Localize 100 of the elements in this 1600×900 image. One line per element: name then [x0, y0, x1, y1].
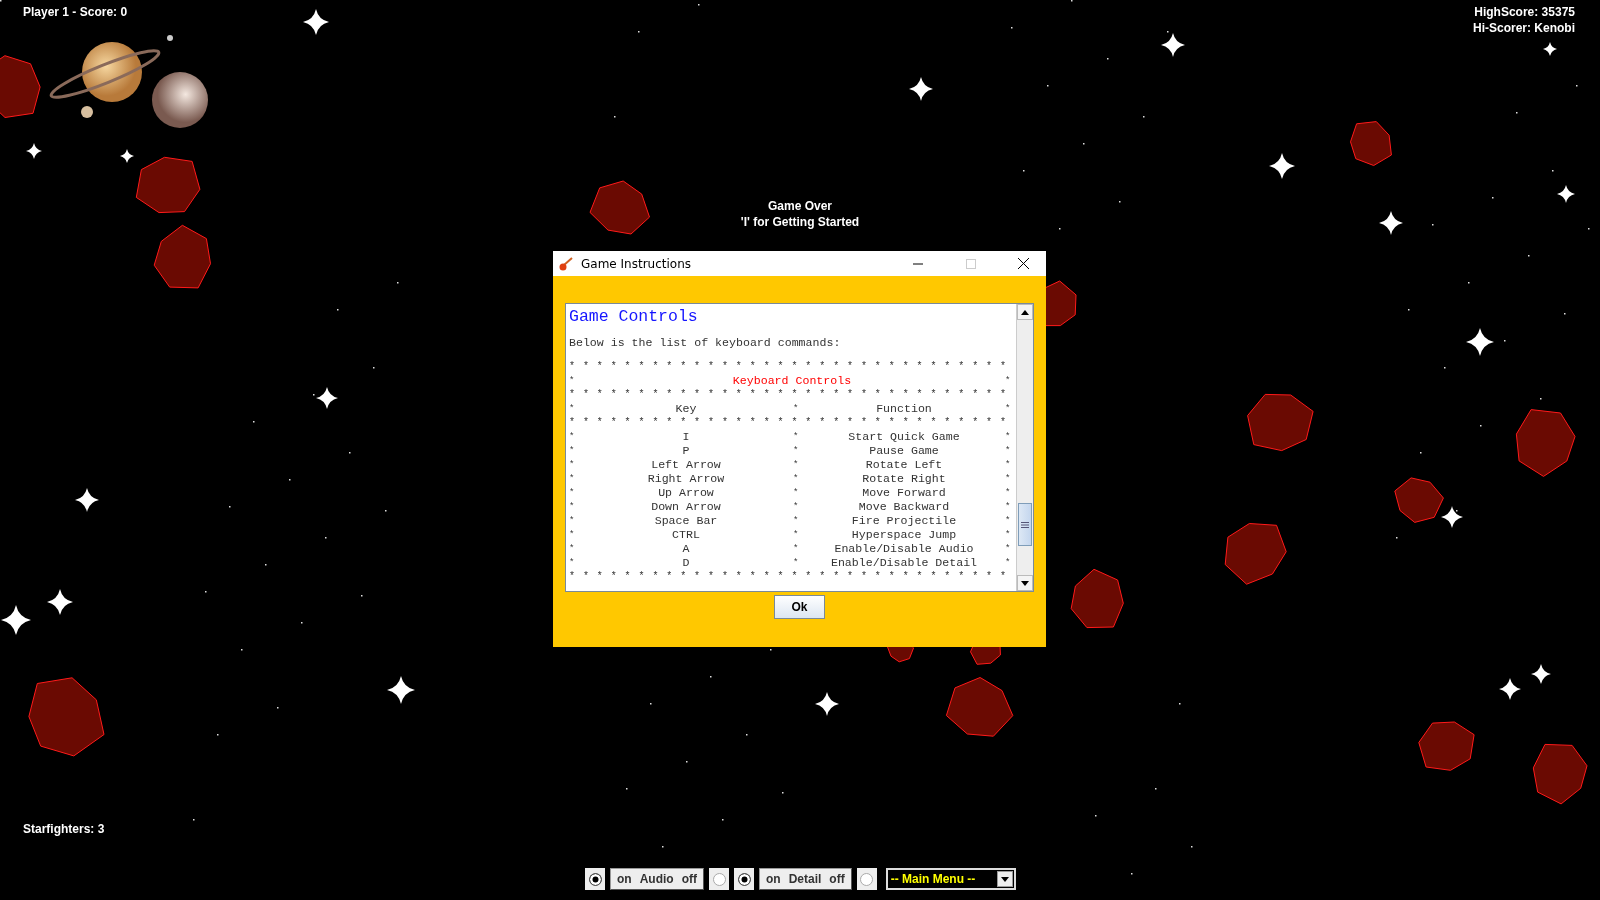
star-icon [26, 143, 42, 159]
scroll-up-button[interactable] [1017, 304, 1033, 320]
asterisk: * [1005, 501, 1011, 514]
star-icon [75, 488, 99, 512]
asterisk: * [793, 473, 799, 486]
game-status-text: 'I' for Getting Started [740, 214, 860, 230]
asterisk-border: * * * * * * * * * * * * * * * * * * * * * * * * * * * * * * * * [569, 388, 1008, 402]
function-cell: Start Quick Game [848, 430, 960, 444]
asterisk: * [1005, 445, 1011, 458]
function-cell: Rotate Right [862, 472, 946, 486]
ok-button[interactable]: Ok [774, 595, 825, 619]
asterisk: * [569, 515, 575, 528]
asterisk: * [793, 557, 799, 570]
asterisk: * [569, 543, 575, 556]
grip-icon [1021, 521, 1029, 528]
asteroid [1515, 409, 1576, 477]
asterisk: * [1005, 543, 1011, 556]
asterisk-border: * * * * * * * * * * * * * * * * * * * * * * * * * * * * * * * * [569, 416, 1008, 430]
key-cell: D [682, 556, 690, 570]
high-score: HighScore: 35375 [1473, 4, 1575, 20]
star-icon [815, 692, 839, 716]
asterisk: * [569, 431, 575, 444]
asterisk-border: * * * * * * * * * * * * * * * * * * * * * * * * * * * * * * * * [569, 570, 1008, 584]
game-status-text: Game Over [767, 198, 832, 214]
asteroid [1350, 121, 1392, 166]
scrollbar-thumb[interactable] [1018, 503, 1032, 546]
key-cell: P [682, 444, 690, 458]
star-icon [1466, 328, 1494, 356]
star-icon [120, 149, 134, 163]
toggle-button[interactable]: on Detail off [759, 868, 852, 890]
asterisk: * [569, 459, 575, 472]
star-icon [1, 605, 31, 635]
asterisk: * [793, 403, 799, 416]
asterisk: * [793, 543, 799, 556]
asterisk: * [569, 501, 575, 514]
asterisk: * [1005, 515, 1011, 528]
scroll-down-button[interactable] [1017, 575, 1033, 591]
starfighters-count: Starfighters: 3 [23, 821, 105, 837]
star-icon [1531, 664, 1551, 684]
asterisk: * [1005, 403, 1011, 416]
asterisk: * [1005, 557, 1011, 570]
asteroid [945, 677, 1014, 737]
dropdown-arrow-button[interactable] [996, 871, 1013, 887]
up-triangle-icon [1021, 309, 1029, 315]
key-cell: Down Arrow [651, 500, 721, 514]
key-cell: Space Bar [654, 514, 718, 528]
asteroid [589, 180, 650, 235]
asteroid [0, 55, 41, 118]
asterisk: * [793, 445, 799, 458]
star-icon [1379, 211, 1403, 235]
asteroid [1394, 477, 1444, 523]
asterisk: * [569, 375, 575, 388]
star-icon [1543, 42, 1557, 56]
function-cell: Move Forward [862, 486, 946, 500]
asteroid [1532, 743, 1588, 805]
star-icon [303, 9, 329, 35]
asterisk: * [793, 431, 799, 444]
star-icon [909, 77, 933, 101]
window-title: Game Instructions [581, 256, 692, 271]
meteor-icon [559, 256, 573, 271]
down-triangle-icon [1000, 876, 1009, 882]
asterisk: * [1005, 473, 1011, 486]
asteroid [1418, 721, 1475, 771]
table-title: Keyboard Controls [732, 374, 852, 388]
star-icon [387, 676, 415, 704]
function-cell: Pause Game [869, 444, 939, 458]
asterisk: * [793, 515, 799, 528]
asterisk: * [569, 473, 575, 486]
asterisk: * [569, 487, 575, 500]
function-cell: Function [876, 402, 932, 416]
asterisk: * [793, 459, 799, 472]
maximize-icon [965, 258, 976, 269]
asterisk: * [569, 403, 575, 416]
asterisk: * [569, 529, 575, 542]
hi-scorer: Hi-Scorer: Kenobi [1473, 20, 1575, 36]
asteroid [135, 156, 201, 214]
asteroid [153, 224, 211, 289]
function-cell: Fire Projectile [851, 514, 957, 528]
star-icon [1441, 506, 1463, 528]
star-icon [1161, 33, 1185, 57]
asterisk: * [793, 501, 799, 514]
function-cell: Hyperspace Jump [851, 528, 957, 542]
key-cell: Left Arrow [651, 458, 721, 472]
star-icon [47, 589, 73, 615]
asterisk: * [1005, 375, 1011, 388]
function-cell: Enable/Disable Detail [830, 556, 978, 570]
star-icon [1557, 185, 1575, 203]
toggle-button[interactable]: on Audio off [610, 868, 704, 890]
asterisk: * [569, 557, 575, 570]
intro-text: Below is the list of keyboard commands: [569, 336, 842, 350]
asterisk: * [1005, 431, 1011, 444]
key-cell: A [682, 542, 690, 556]
asterisk: * [1005, 487, 1011, 500]
asterisk: * [1005, 529, 1011, 542]
heading: Game Controls [569, 308, 699, 326]
player-score: Player 1 - Score: 0 [23, 4, 128, 20]
main-menu-dropdown[interactable]: -- Main Menu -- [885, 868, 1016, 890]
asteroid [1224, 523, 1287, 585]
key-cell: I [682, 430, 690, 444]
asterisk: * [1005, 459, 1011, 472]
